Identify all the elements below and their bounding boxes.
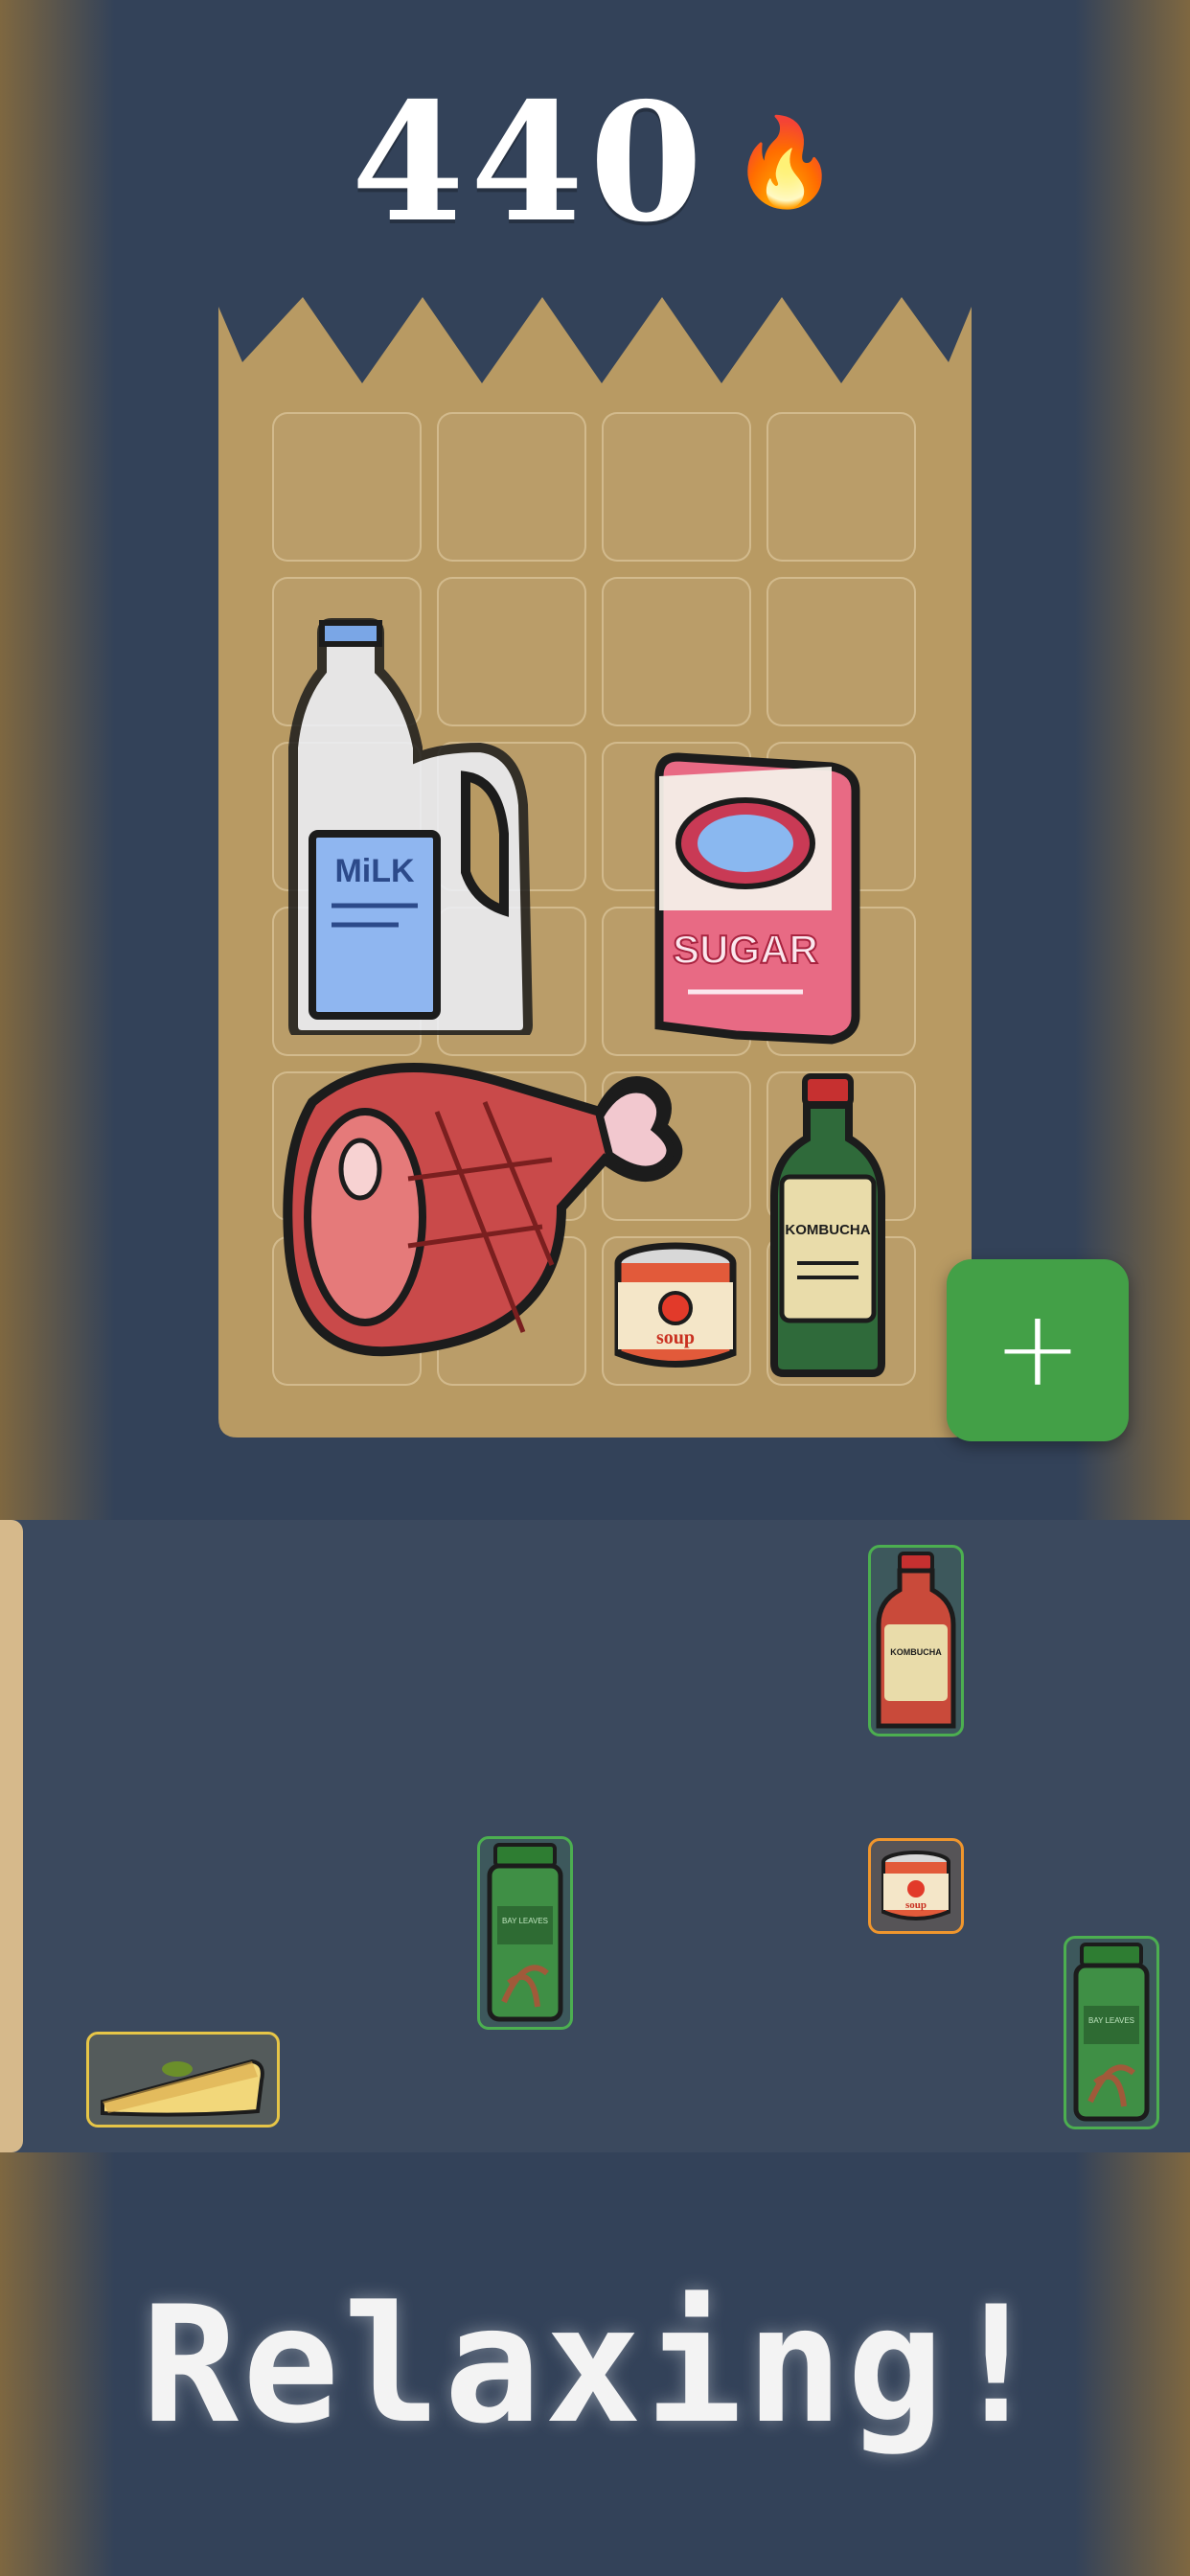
jar-icon: BAY LEAVES — [1073, 1943, 1150, 2122]
grocery-bag-board: MiLK SUGAR KOMBUCHA soup — [218, 297, 972, 1438]
bottle-icon: KOMBUCHA — [770, 1073, 885, 1377]
tray-soup-label: soup — [905, 1899, 927, 1911]
kombucha-label: KOMBUCHA — [785, 1222, 870, 1238]
bag-cell[interactable] — [602, 577, 751, 726]
jar-icon: BAY LEAVES — [487, 1843, 563, 2022]
kombucha-item[interactable]: KOMBUCHA — [768, 1071, 887, 1378]
bottle-icon: KOMBUCHA — [876, 1552, 956, 1729]
score-value: 440 — [351, 67, 709, 259]
sugar-bag-icon: SUGAR — [654, 752, 860, 1045]
add-button[interactable]: + — [947, 1259, 1129, 1441]
tray-soup[interactable]: soup — [868, 1838, 964, 1934]
soup-label: soup — [656, 1327, 695, 1348]
milk-label: MiLK — [334, 853, 415, 889]
milk-item[interactable]: MiLK — [274, 613, 542, 1035]
tray-kombucha[interactable]: KOMBUCHA — [868, 1545, 964, 1736]
sugar-item[interactable]: SUGAR — [640, 748, 870, 1045]
tray-bay-leaves-label: BAY LEAVES — [1088, 2016, 1134, 2025]
soup-item[interactable]: soup — [604, 1236, 747, 1380]
pie-icon — [101, 2058, 264, 2117]
tray-bay-leaves[interactable]: BAY LEAVES — [1064, 1936, 1159, 2129]
bag-cell[interactable] — [767, 577, 916, 726]
fire-icon: 🔥 — [731, 112, 839, 213]
bag-cell[interactable] — [602, 412, 751, 562]
soup-can-icon: soup — [881, 1851, 950, 1920]
bag-cell[interactable] — [272, 412, 422, 562]
tray-bay-leaves-label: BAY LEAVES — [502, 1917, 548, 1925]
soup-can-icon: soup — [614, 1242, 737, 1368]
sugar-label: SUGAR — [673, 927, 818, 972]
milk-jug-icon: MiLK — [288, 618, 534, 1035]
tray-kombucha-label: KOMBUCHA — [890, 1647, 942, 1657]
tagline: Relaxing! — [141, 2271, 1049, 2459]
tray-bay-leaves[interactable]: BAY LEAVES — [477, 1836, 573, 2030]
left-edge-shade — [0, 0, 115, 2576]
tray-pie-slice[interactable] — [86, 2032, 280, 2128]
bag-cell[interactable] — [437, 412, 586, 562]
tray-edge — [0, 1520, 23, 2152]
bag-cell[interactable] — [767, 412, 916, 562]
score-display: 440 🔥 — [0, 81, 1190, 244]
